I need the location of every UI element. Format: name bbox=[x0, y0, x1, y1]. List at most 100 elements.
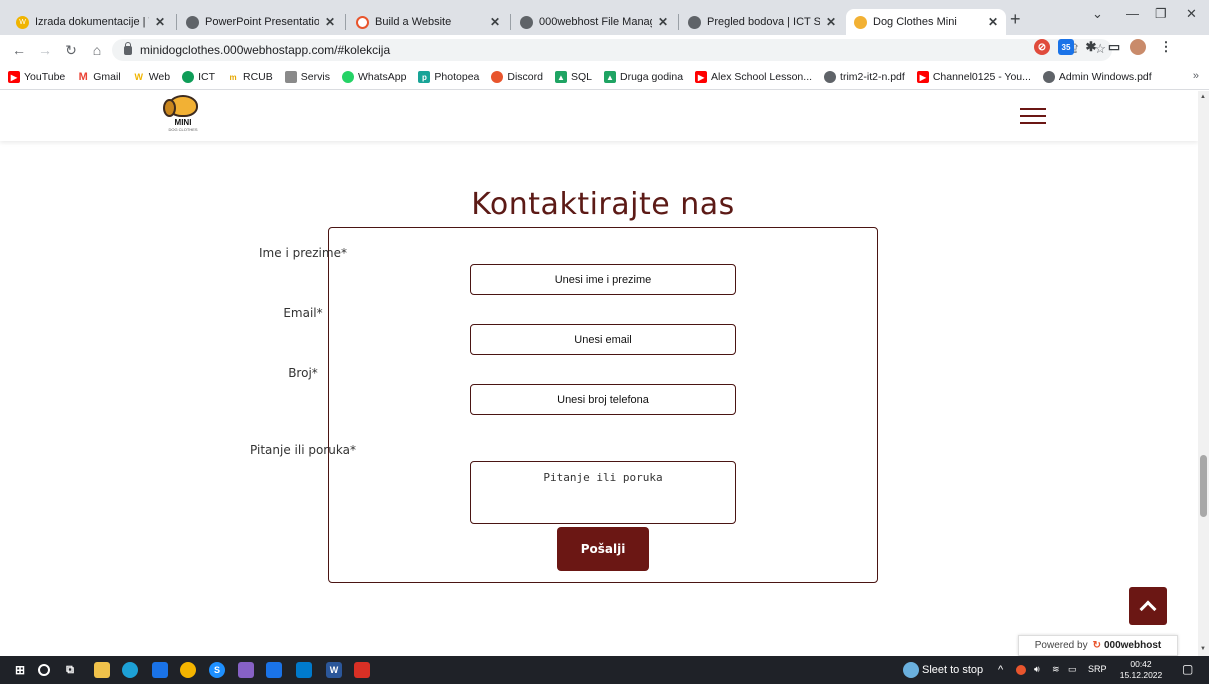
forward-arrow-icon[interactable]: → bbox=[38, 42, 52, 58]
name-input[interactable] bbox=[470, 264, 736, 295]
url-field[interactable]: minidogclothes.000webhostapp.com/#kolekc… bbox=[112, 39, 1112, 61]
url-text[interactable]: minidogclothes.000webhostapp.com/#kolekc… bbox=[140, 43, 390, 57]
close-tab-icon[interactable]: ✕ bbox=[325, 15, 335, 29]
bookmarks-more-icon[interactable]: » bbox=[1193, 70, 1199, 82]
scroll-up-icon[interactable]: ▲ bbox=[1200, 94, 1206, 100]
volume-icon[interactable]: 🔊︎ bbox=[1034, 664, 1040, 675]
bookmark-channel0125[interactable]: ▶ Channel0125 - You... bbox=[916, 71, 1031, 83]
windows-start-icon[interactable]: ⊞ bbox=[12, 662, 28, 678]
bookmark-label: Gmail bbox=[93, 71, 121, 83]
close-window-icon[interactable]: ✕ bbox=[1186, 6, 1197, 22]
reload-icon[interactable]: ↻ bbox=[64, 42, 78, 59]
calendar-extension-icon[interactable]: 35 bbox=[1058, 39, 1074, 55]
minimize-icon[interactable]: — bbox=[1126, 6, 1139, 21]
bookmark-sql[interactable]: ▲ SQL bbox=[554, 71, 592, 83]
google-drive-icon: ▲ bbox=[604, 71, 616, 83]
menu-dots-icon[interactable]: ⋮ bbox=[1158, 39, 1174, 55]
close-tab-icon[interactable]: ✕ bbox=[658, 15, 668, 29]
tab-dog-clothes-mini[interactable]: Dog Clothes Mini ✕ bbox=[846, 9, 1006, 35]
notifications-icon[interactable]: ▢ bbox=[1182, 662, 1193, 676]
weather-icon[interactable] bbox=[903, 662, 919, 678]
tab-title: Pregled bodova | ICT Stude bbox=[707, 16, 820, 28]
bookmark-label: Alex School Lesson... bbox=[711, 71, 813, 83]
wb-icon: W bbox=[16, 15, 29, 29]
clock-date: 15.12.2022 bbox=[1119, 670, 1163, 680]
bookmark-youtube[interactable]: ▶ YouTube bbox=[8, 71, 65, 83]
email-input[interactable] bbox=[470, 324, 736, 355]
globe-icon bbox=[1042, 71, 1055, 83]
vscode-icon[interactable] bbox=[296, 662, 312, 678]
bookmark-rcub[interactable]: m RCUB bbox=[227, 71, 273, 83]
powered-by-badge[interactable]: Powered by ↻ 000webhost bbox=[1018, 635, 1178, 656]
side-panel-icon[interactable]: ▭ bbox=[1106, 39, 1122, 55]
acrobat-icon[interactable] bbox=[354, 662, 370, 678]
maximize-icon[interactable]: ❐ bbox=[1155, 6, 1167, 22]
phone-input[interactable] bbox=[470, 384, 736, 415]
system-clock[interactable]: 00:42 15.12.2022 bbox=[1118, 659, 1164, 681]
lock-icon[interactable] bbox=[124, 41, 132, 55]
message-textarea[interactable] bbox=[470, 461, 736, 524]
close-tab-icon[interactable]: ✕ bbox=[988, 15, 998, 29]
weather-text[interactable]: Sleet to stop bbox=[922, 664, 983, 676]
close-tab-icon[interactable]: ✕ bbox=[490, 15, 500, 29]
submit-button[interactable]: Pošalji bbox=[557, 527, 649, 571]
bookmark-label: Druga godina bbox=[620, 71, 684, 83]
bookmark-label: SQL bbox=[570, 71, 592, 83]
youtube-icon: ▶ bbox=[695, 71, 708, 83]
bookmarks-bar: ▶ YouTube M Gmail W Web ICT m RCUB Servis Wh… bbox=[0, 65, 1209, 90]
wifi-icon[interactable]: ≋ bbox=[1052, 664, 1060, 675]
tab-pregled-bodova[interactable]: Pregled bodova | ICT Stude ✕ bbox=[680, 9, 844, 35]
word-icon[interactable]: W bbox=[326, 662, 342, 678]
address-bar: ← → ↻ ⌂ minidogclothes.000webhostapp.com… bbox=[0, 35, 1209, 65]
bookmark-discord[interactable]: Discord bbox=[491, 71, 543, 83]
extensions-puzzle-icon[interactable]: ✱ bbox=[1083, 39, 1099, 55]
message-label: Pitanje ili poruka* bbox=[250, 443, 356, 457]
bookmark-servis[interactable]: Servis bbox=[284, 71, 330, 83]
back-to-top-button[interactable] bbox=[1129, 587, 1167, 625]
mail-icon[interactable] bbox=[152, 662, 168, 678]
home-icon[interactable]: ⌂ bbox=[90, 42, 104, 58]
scrollbar-thumb[interactable] bbox=[1200, 455, 1207, 517]
bookmark-druga-godina[interactable]: ▲ Druga godina bbox=[604, 71, 683, 83]
contact-heading: Kontaktirajte nas bbox=[471, 187, 735, 222]
zoom-icon[interactable] bbox=[266, 662, 282, 678]
search-icon[interactable] bbox=[38, 664, 50, 676]
tab-file-manager[interactable]: 000webhost File Manager ✕ bbox=[512, 9, 676, 35]
language-indicator[interactable]: SRP bbox=[1088, 664, 1107, 674]
bookmark-admin-windows[interactable]: Admin Windows.pdf bbox=[1042, 71, 1152, 83]
chevron-up-icon[interactable]: ^ bbox=[998, 664, 1003, 676]
file-explorer-icon[interactable] bbox=[94, 662, 110, 678]
tab-search-chevron-icon[interactable]: ⌄ bbox=[1092, 6, 1103, 22]
close-tab-icon[interactable]: ✕ bbox=[826, 15, 836, 29]
task-view-icon[interactable]: ⧉ bbox=[62, 662, 78, 678]
tab-title: PowerPoint Presentation bbox=[205, 16, 319, 28]
chrome-icon[interactable] bbox=[180, 662, 196, 678]
visual-studio-icon[interactable] bbox=[238, 662, 254, 678]
bookmark-photopea[interactable]: p Photopea bbox=[418, 71, 479, 83]
tab-separator bbox=[678, 14, 679, 30]
bookmark-alex-school[interactable]: ▶ Alex School Lesson... bbox=[695, 71, 812, 83]
tab-build-a-website[interactable]: Build a Website ✕ bbox=[348, 9, 508, 35]
bookmark-label: Discord bbox=[507, 71, 543, 83]
adblock-extension-icon[interactable]: ⊘ bbox=[1034, 39, 1050, 55]
profile-avatar[interactable] bbox=[1130, 39, 1146, 55]
back-arrow-icon[interactable]: ← bbox=[12, 42, 26, 58]
tab-separator bbox=[345, 14, 346, 30]
scroll-down-icon[interactable]: ▼ bbox=[1200, 646, 1206, 652]
skype-icon[interactable]: S bbox=[209, 662, 225, 678]
close-tab-icon[interactable]: ✕ bbox=[155, 15, 165, 29]
bookmark-web[interactable]: W Web bbox=[132, 71, 170, 83]
tab-izrada-dokumentacije[interactable]: W Izrada dokumentacije | Visc ✕ bbox=[8, 9, 173, 35]
edge-icon[interactable] bbox=[122, 662, 138, 678]
battery-icon[interactable]: ▭ bbox=[1068, 664, 1077, 675]
new-tab-icon[interactable]: + bbox=[1010, 9, 1021, 30]
tab-powerpoint-presentation[interactable]: PowerPoint Presentation ✕ bbox=[178, 9, 343, 35]
bookmark-gmail[interactable]: M Gmail bbox=[77, 71, 121, 83]
bookmark-ict[interactable]: ICT bbox=[182, 71, 215, 83]
bookmark-whatsapp[interactable]: WhatsApp bbox=[341, 71, 406, 83]
site-logo[interactable]: MINI DOG CLOTHES bbox=[160, 95, 206, 139]
bookmark-trim2-pdf[interactable]: trim2-it2-n.pdf bbox=[824, 71, 905, 83]
notification-app-icon[interactable] bbox=[1016, 665, 1026, 675]
page-scrollbar[interactable]: ▲ ▼ bbox=[1198, 91, 1209, 656]
hamburger-menu-icon[interactable] bbox=[1020, 108, 1046, 124]
